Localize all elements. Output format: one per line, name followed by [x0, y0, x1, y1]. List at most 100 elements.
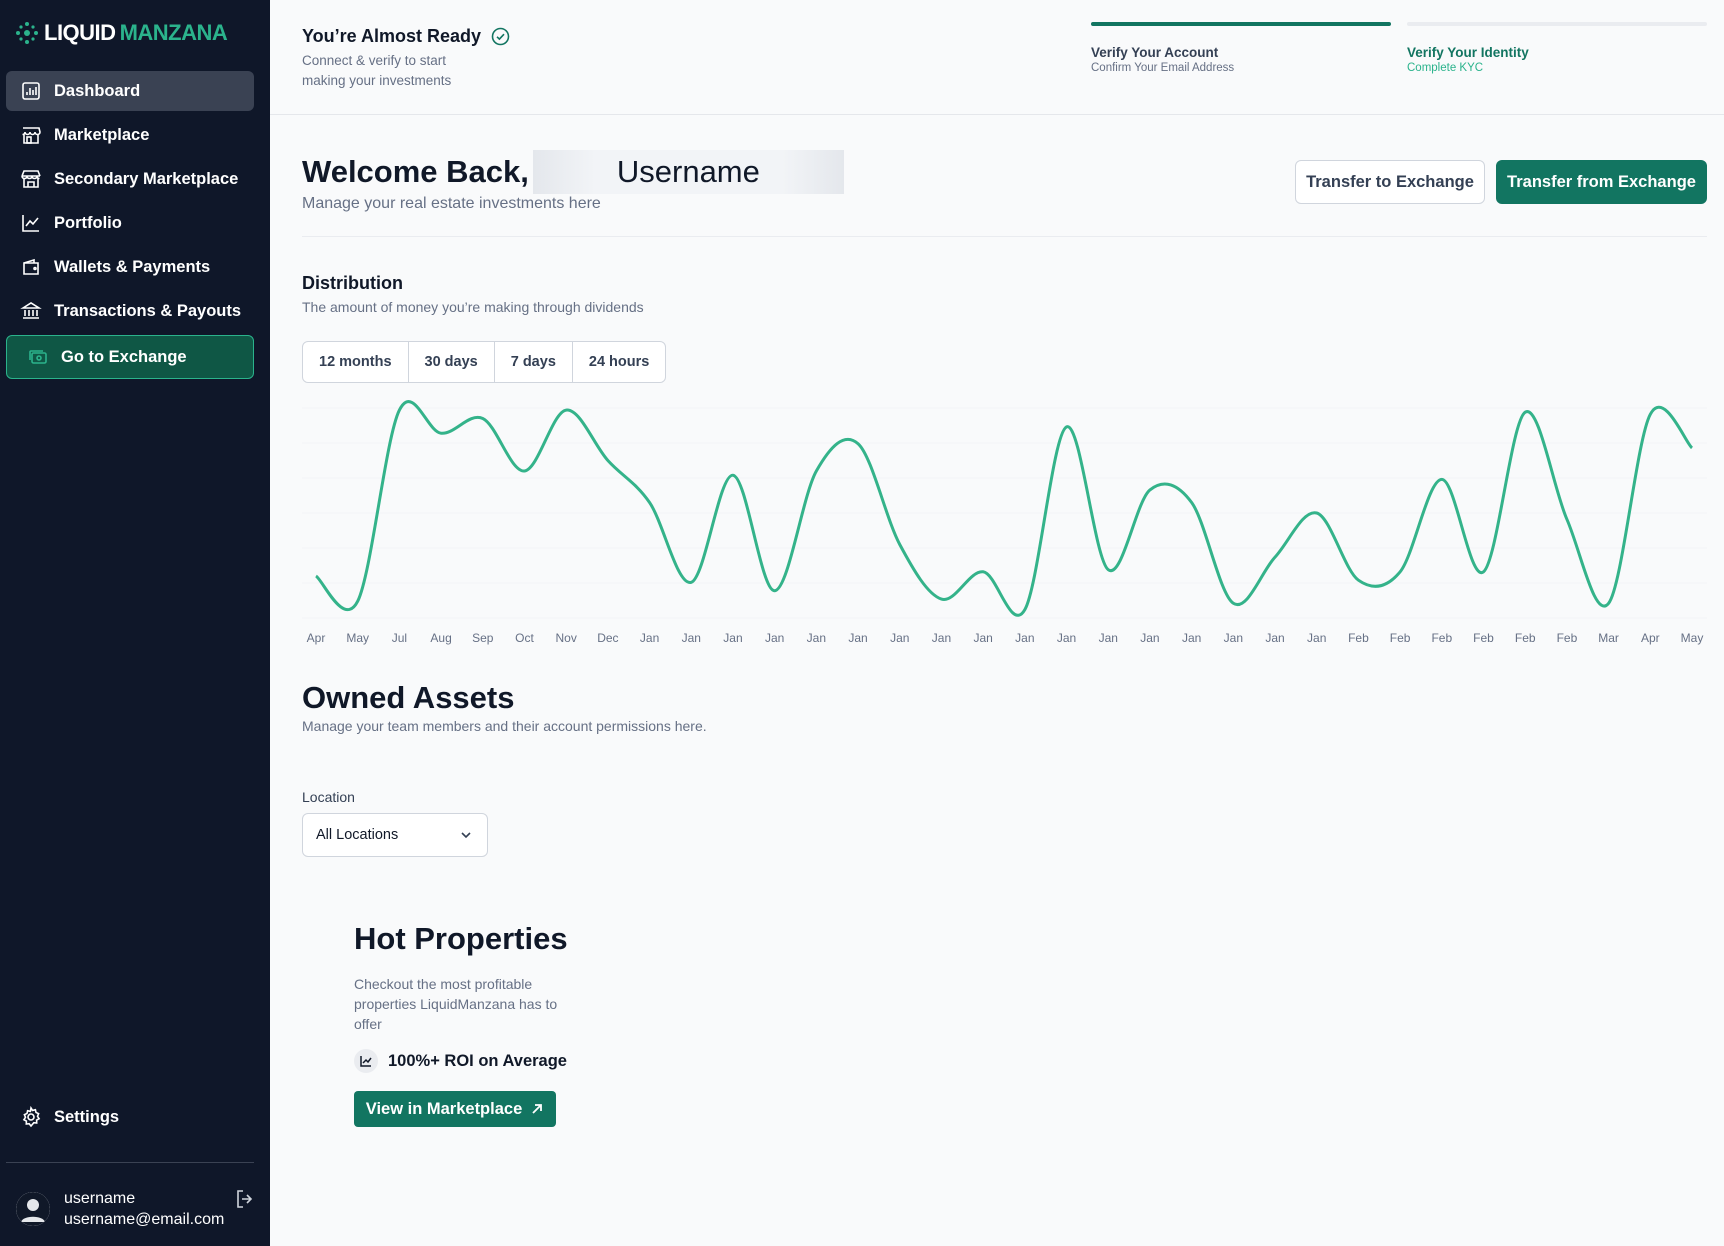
x-tick-label: Feb: [1431, 631, 1452, 645]
sidebar-divider: [6, 1162, 254, 1163]
owned-assets-subtitle: Manage your team members and their accou…: [302, 718, 707, 734]
x-tick-label: Jan: [1140, 631, 1159, 645]
transfer-to-exchange-button[interactable]: Transfer to Exchange: [1295, 160, 1485, 204]
hot-properties-title: Hot Properties: [354, 921, 568, 956]
sidebar-item-marketplace[interactable]: Marketplace: [6, 115, 254, 155]
tab-7-days[interactable]: 7 days: [495, 342, 573, 382]
x-tick-label: Jan: [932, 631, 951, 645]
sidebar: LIQUID MANZANA Dashboard Marketplace Seco…: [0, 0, 270, 1246]
distribution-chart: Apr May Jul Aug Sep Oct Nov Dec Jan Jan Jan Jan Jan J…: [302, 400, 1707, 645]
sidebar-item-label: Secondary Marketplace: [54, 169, 239, 188]
x-tick-label: Feb: [1473, 631, 1494, 645]
distribution-subtitle: The amount of money you’re making throug…: [302, 299, 644, 315]
chevron-down-icon: [461, 832, 471, 839]
line-chart-icon: [22, 215, 39, 232]
step-verify-identity[interactable]: Verify Your Identity Complete KYC: [1407, 22, 1707, 74]
tab-30-days[interactable]: 30 days: [409, 342, 495, 382]
sidebar-item-label: Transactions & Payouts: [54, 301, 242, 320]
tab-12-months[interactable]: 12 months: [303, 342, 409, 382]
x-tick-label: Jan: [1224, 631, 1243, 645]
x-tick-label: Jan: [640, 631, 659, 645]
onboarding-header: You’re Almost Ready Connect & verify to …: [270, 0, 1724, 115]
onboarding-title-text: You’re Almost Ready: [302, 26, 482, 46]
logout-icon[interactable]: [234, 1188, 256, 1210]
x-tick-label: Jan: [682, 631, 701, 645]
x-tick-label: Dec: [597, 631, 618, 645]
x-tick-label: Jan: [1307, 631, 1326, 645]
user-avatar-icon: [16, 1192, 50, 1226]
location-select-value: All Locations: [316, 827, 399, 843]
x-tick-label: Feb: [1557, 631, 1578, 645]
step-title: Verify Your Identity: [1407, 45, 1529, 60]
onboarding-subtitle: Connect & verify to start making your in…: [302, 53, 452, 88]
x-tick-label: Jan: [1057, 631, 1076, 645]
x-tick-label: Jan: [1099, 631, 1118, 645]
bank-icon: [20, 302, 42, 319]
x-tick-label: Apr: [307, 631, 326, 645]
brand-part-1: LIQUID: [44, 20, 116, 45]
x-tick-label: Jan: [1265, 631, 1284, 645]
x-tick-label: Jan: [1182, 631, 1201, 645]
sidebar-item-settings[interactable]: Settings: [20, 1106, 119, 1128]
sidebar-item-dashboard[interactable]: Dashboard: [6, 71, 254, 111]
roi-text: 100%+ ROI on Average: [388, 1051, 567, 1070]
sidebar-item-go-to-exchange[interactable]: Go to Exchange: [6, 335, 254, 379]
x-tick-label: Jan: [807, 631, 826, 645]
logo-mark-icon: [16, 22, 38, 44]
owned-assets-title: Owned Assets: [302, 680, 515, 715]
tab-24-hours[interactable]: 24 hours: [573, 342, 665, 382]
x-tick-label: May: [346, 631, 369, 645]
gear-icon: [22, 1106, 41, 1128]
sidebar-item-portfolio[interactable]: Portfolio: [6, 203, 254, 243]
sidebar-nav: Dashboard Marketplace Secondary Marketpl…: [6, 71, 254, 383]
x-tick-label: May: [1681, 631, 1704, 645]
transfer-from-exchange-button[interactable]: Transfer from Exchange: [1496, 160, 1707, 204]
x-tick-label: Sep: [472, 631, 494, 645]
step-subtitle: Confirm Your Email Address: [1091, 62, 1235, 74]
x-tick-label: Jan: [723, 631, 742, 645]
view-in-marketplace-button[interactable]: View in Marketplace: [354, 1091, 556, 1127]
welcome-heading: Welcome Back, Username: [302, 150, 844, 194]
settings-label: Settings: [54, 1107, 120, 1126]
location-label: Location: [302, 789, 355, 805]
x-tick-label: Jan: [765, 631, 784, 645]
sidebar-item-wallets-payments[interactable]: Wallets & Payments: [6, 247, 254, 287]
view-in-marketplace-label: View in Marketplace: [365, 1099, 523, 1118]
brand-part-2: MANZANA: [119, 20, 228, 45]
x-tick-label: Aug: [430, 631, 451, 645]
x-tick-label: Jan: [848, 631, 867, 645]
welcome-subtitle: Manage your real estate investments here: [302, 195, 601, 212]
range-tabs: 12 months 30 days 7 days 24 hours: [302, 341, 667, 383]
store-icon: [21, 170, 41, 188]
step-title: Verify Your Account: [1091, 45, 1219, 60]
x-tick-label: Feb: [1515, 631, 1536, 645]
location-select[interactable]: All Locations: [302, 813, 488, 857]
step-verify-account[interactable]: Verify Your Account Confirm Your Email A…: [1091, 22, 1391, 74]
arrow-up-right-icon: [532, 1104, 543, 1114]
storefront-icon: [22, 127, 41, 144]
onboarding-title: You’re Almost Ready: [302, 26, 510, 47]
sidebar-item-label: Wallets & Payments: [54, 257, 211, 276]
roi-highlight: 100%+ ROI on Average: [354, 1049, 567, 1073]
wallet-icon: [23, 258, 39, 275]
sidebar-item-label: Dashboard: [54, 81, 141, 100]
x-tick-label: Jan: [1015, 631, 1034, 645]
welcome-greeting: Welcome Back,: [302, 154, 529, 189]
user-email: username@email.com: [64, 1211, 225, 1228]
hot-properties-subtitle: Checkout the most profitable properties …: [354, 976, 558, 1032]
cash-icon: [29, 350, 47, 364]
x-tick-label: Oct: [515, 631, 534, 645]
sidebar-item-secondary-marketplace[interactable]: Secondary Marketplace: [6, 159, 254, 199]
sidebar-item-label: Marketplace: [54, 125, 150, 144]
user-name: username: [64, 1190, 136, 1207]
x-tick-label: Jul: [392, 631, 407, 645]
sidebar-item-transactions-payouts[interactable]: Transactions & Payouts: [6, 291, 254, 331]
section-divider: [302, 236, 1707, 237]
brand-logo[interactable]: LIQUID MANZANA: [14, 20, 228, 46]
distribution-title: Distribution: [302, 273, 403, 293]
step-progress-bar: [1091, 22, 1391, 26]
x-tick-label: Apr: [1641, 631, 1660, 645]
sidebar-item-label: Portfolio: [54, 213, 122, 232]
step-subtitle: Complete KYC: [1407, 62, 1484, 74]
user-profile[interactable]: username username@email.com: [16, 1188, 224, 1230]
